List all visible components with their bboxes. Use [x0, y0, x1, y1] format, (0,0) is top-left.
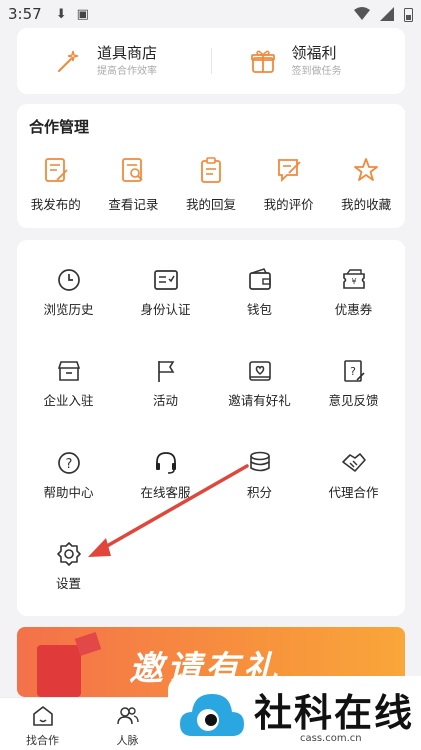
coupon-icon: ¥	[342, 269, 365, 289]
grid-item-label: 积分	[246, 485, 272, 500]
grid-item-label: 帮助中心	[43, 485, 94, 500]
signal-icon	[380, 7, 394, 21]
gear-icon	[56, 542, 81, 566]
grid-item-online-service[interactable]: 在线客服	[117, 450, 214, 501]
promo-subtitle: 提高合作效率	[97, 66, 157, 77]
wifi-icon	[354, 7, 370, 20]
grid-item-label: 代理合作	[328, 485, 379, 500]
edit-document-icon	[44, 158, 68, 182]
cooperation-card: 合作管理 我发布的 查看记录 我的回复 我的评价 我的收藏	[17, 104, 405, 228]
grid-item-activity[interactable]: 活动	[117, 358, 214, 409]
grid-item-feedback[interactable]: ? 意见反馈	[305, 358, 402, 409]
tab-label: 找合作	[26, 734, 59, 747]
promo-subtitle: 签到做任务	[291, 66, 342, 77]
svg-text:¥: ¥	[351, 277, 356, 286]
comment-edit-icon	[277, 159, 301, 183]
gift-icon	[250, 50, 275, 73]
battery-icon	[404, 7, 413, 22]
help-icon: ?	[57, 452, 80, 474]
coop-item-label: 我发布的	[30, 197, 81, 212]
section-title: 合作管理	[29, 118, 90, 136]
coop-item-label: 我的评价	[263, 197, 314, 212]
grid-item-browse-history[interactable]: 浏览历史	[20, 267, 117, 318]
promo-item-prop-shop[interactable]: 道具商店 提高合作效率	[17, 43, 211, 79]
search-document-icon	[122, 158, 144, 182]
grid-item-agency[interactable]: 代理合作	[305, 450, 402, 501]
coop-item-published[interactable]: 我发布的	[17, 156, 95, 213]
grid-item-label: 活动	[152, 393, 178, 408]
coop-item-view-records[interactable]: 查看记录	[95, 156, 173, 213]
grid-item-enterprise[interactable]: 企业入驻	[20, 358, 117, 409]
coop-item-label: 我的收藏	[341, 197, 392, 212]
headset-icon	[155, 452, 176, 474]
grid-item-label: 设置	[55, 576, 81, 591]
grid-item-coupons[interactable]: ¥ 优惠券	[305, 267, 402, 318]
grid-item-identity[interactable]: 身份认证	[117, 267, 214, 318]
star-icon	[354, 158, 379, 181]
handshake-icon	[341, 453, 366, 472]
grid-item-help-center[interactable]: ? 帮助中心	[20, 450, 117, 501]
services-card: 浏览历史 身份认证 钱包 ¥ 优惠券 企业入驻 活动 邀请有好礼 ? 意见反馈 …	[17, 240, 405, 616]
watermark-title: 社科在线	[254, 691, 415, 735]
grid-item-label: 钱包	[246, 302, 272, 317]
grid-item-label: 意见反馈	[328, 393, 379, 408]
coop-item-label: 我的回复	[185, 197, 236, 212]
grid-item-label: 在线客服	[140, 485, 191, 500]
clipboard-icon	[201, 157, 221, 183]
grid-item-settings[interactable]: 设置	[20, 541, 117, 592]
tab-label: 人脉	[116, 734, 139, 747]
grid-item-label: 邀请有好礼	[228, 393, 291, 408]
tab-find-cooperation[interactable]: 找合作	[0, 698, 85, 750]
cloud-logo-icon	[180, 694, 244, 736]
watermark-url: cass.com.cn	[300, 733, 362, 744]
coop-item-my-replies[interactable]: 我的回复	[172, 156, 250, 213]
grid-item-wallet[interactable]: 钱包	[211, 267, 308, 318]
promo-item-benefits[interactable]: 领福利 签到做任务	[212, 43, 406, 79]
storefront-icon	[57, 361, 80, 381]
magic-wand-icon	[58, 50, 79, 72]
flag-icon	[157, 361, 174, 382]
notification-icon: ▣	[76, 6, 89, 22]
grid-item-points[interactable]: 积分	[211, 450, 308, 501]
tab-contacts[interactable]: 人脉	[85, 698, 170, 750]
svg-text:?: ?	[350, 365, 356, 378]
promo-title: 领福利	[291, 44, 337, 62]
invite-gift-icon	[248, 361, 271, 381]
status-time: 3:57	[8, 5, 42, 23]
coop-item-my-reviews[interactable]: 我的评价	[250, 156, 328, 213]
grid-item-label: 优惠券	[334, 302, 373, 317]
svg-text:?: ?	[65, 457, 72, 472]
grid-item-label: 浏览历史	[43, 302, 94, 317]
contacts-icon	[116, 707, 139, 725]
red-envelope-graphic	[74, 632, 102, 656]
grid-item-label: 企业入驻	[43, 393, 94, 408]
wallet-icon	[248, 268, 271, 290]
coop-item-label: 查看记录	[108, 197, 159, 212]
grid-item-label: 身份认证	[140, 302, 191, 317]
promo-title: 道具商店	[97, 44, 158, 62]
status-bar: 3:57 ⬇ ▣	[0, 0, 421, 28]
home-icon	[32, 706, 53, 726]
download-icon: ⬇	[55, 6, 67, 22]
red-envelope-graphic	[37, 645, 81, 697]
coop-item-my-favorites[interactable]: 我的收藏	[327, 156, 405, 213]
feedback-icon: ?	[343, 360, 365, 382]
coins-icon	[249, 451, 270, 472]
id-card-icon	[153, 270, 178, 290]
clock-icon	[57, 269, 80, 291]
promo-card: 道具商店 提高合作效率 领福利 签到做任务	[17, 28, 405, 94]
grid-item-invite[interactable]: 邀请有好礼	[211, 358, 308, 409]
